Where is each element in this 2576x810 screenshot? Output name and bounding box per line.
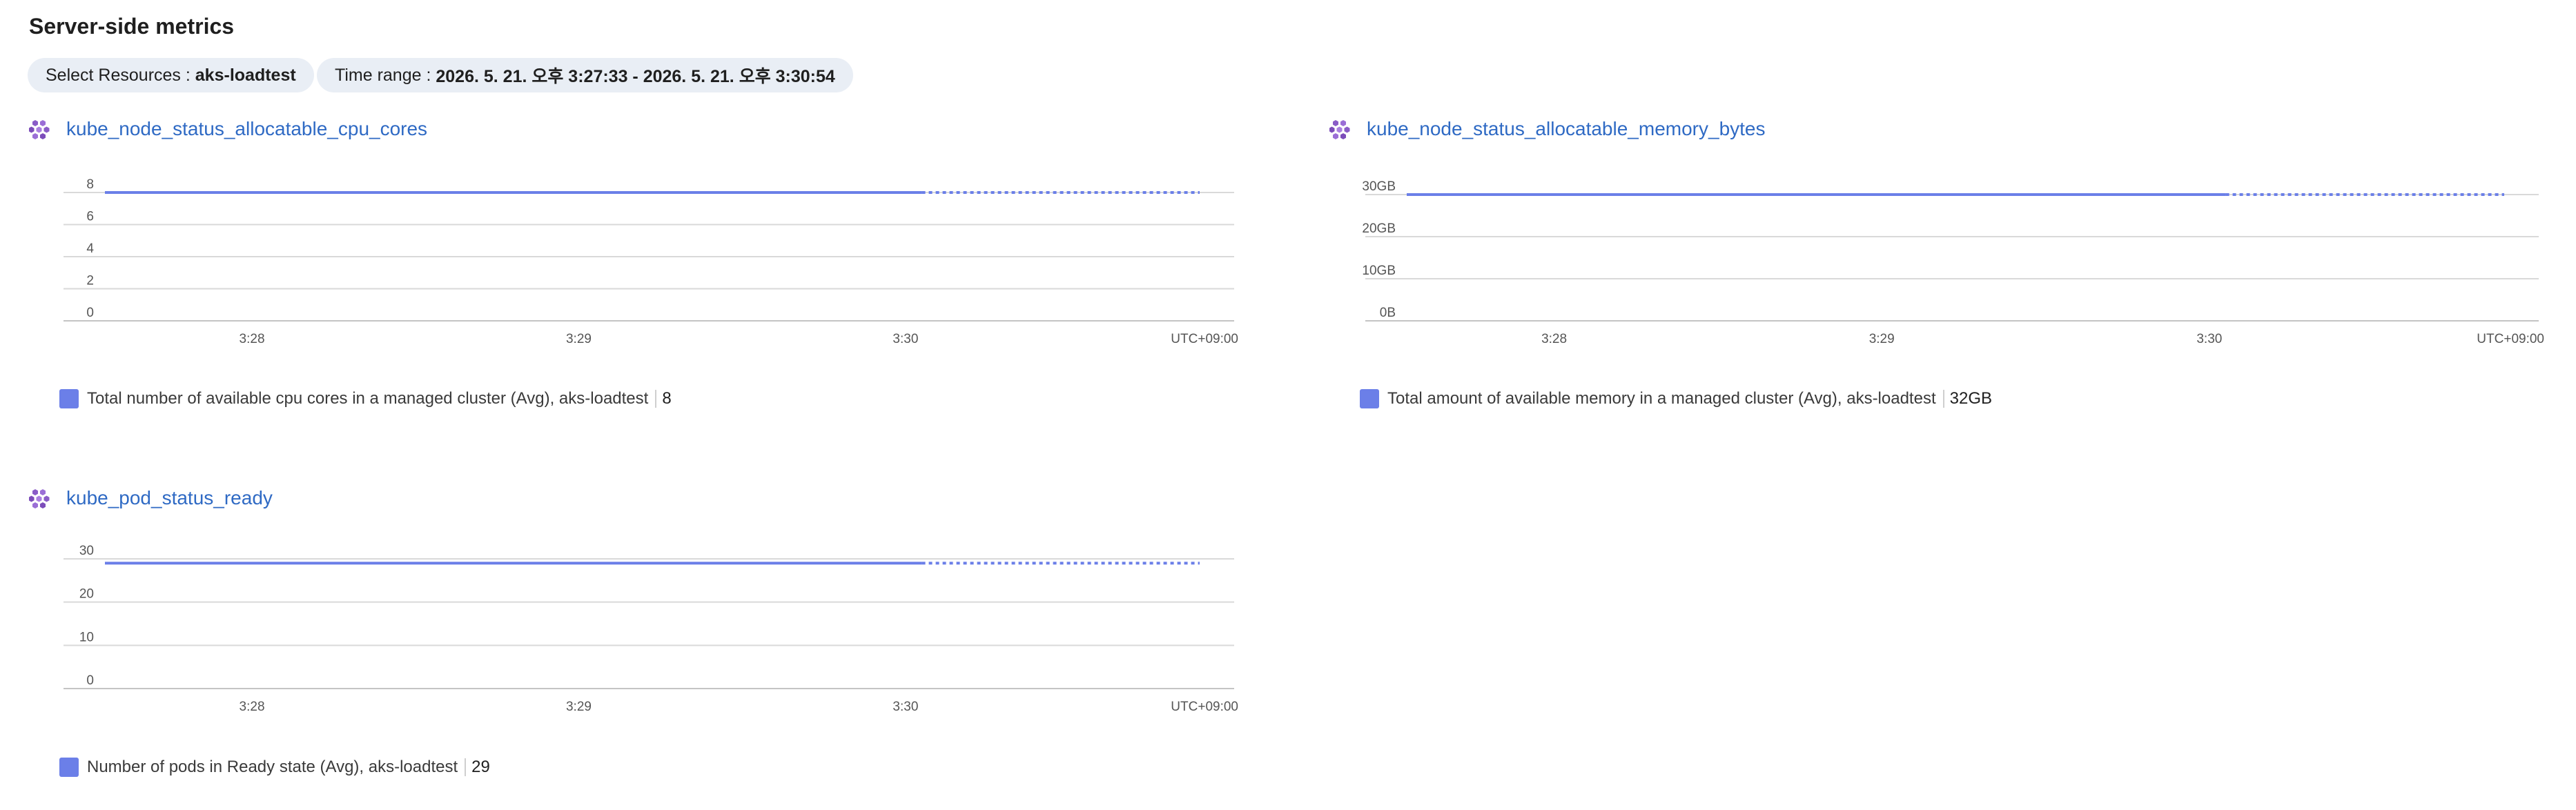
y-tick-label: 0 xyxy=(86,673,94,688)
y-tick-label: 20 xyxy=(79,587,94,602)
legend-divider xyxy=(465,758,467,776)
legend-pods[interactable]: Number of pods in Ready state (Avg), aks… xyxy=(59,758,490,777)
x-tick-label: 3:29 xyxy=(566,700,592,714)
legend-value-pods: 29 xyxy=(471,758,490,776)
y-tick-label: 30 xyxy=(79,544,94,558)
y-tick-label: 10 xyxy=(79,630,94,644)
timezone-label: UTC+09:00 xyxy=(1171,700,1238,714)
chart-pods-plot: 0 10 20 30 3:28 3:29 3:30 UTC+09:00 xyxy=(64,544,1238,714)
legend-swatch xyxy=(59,758,79,777)
x-tick-label: 3:30 xyxy=(892,700,918,714)
x-tick-label: 3:28 xyxy=(240,700,265,714)
legend-label-pods: Number of pods in Ready state (Avg), aks… xyxy=(87,758,458,776)
